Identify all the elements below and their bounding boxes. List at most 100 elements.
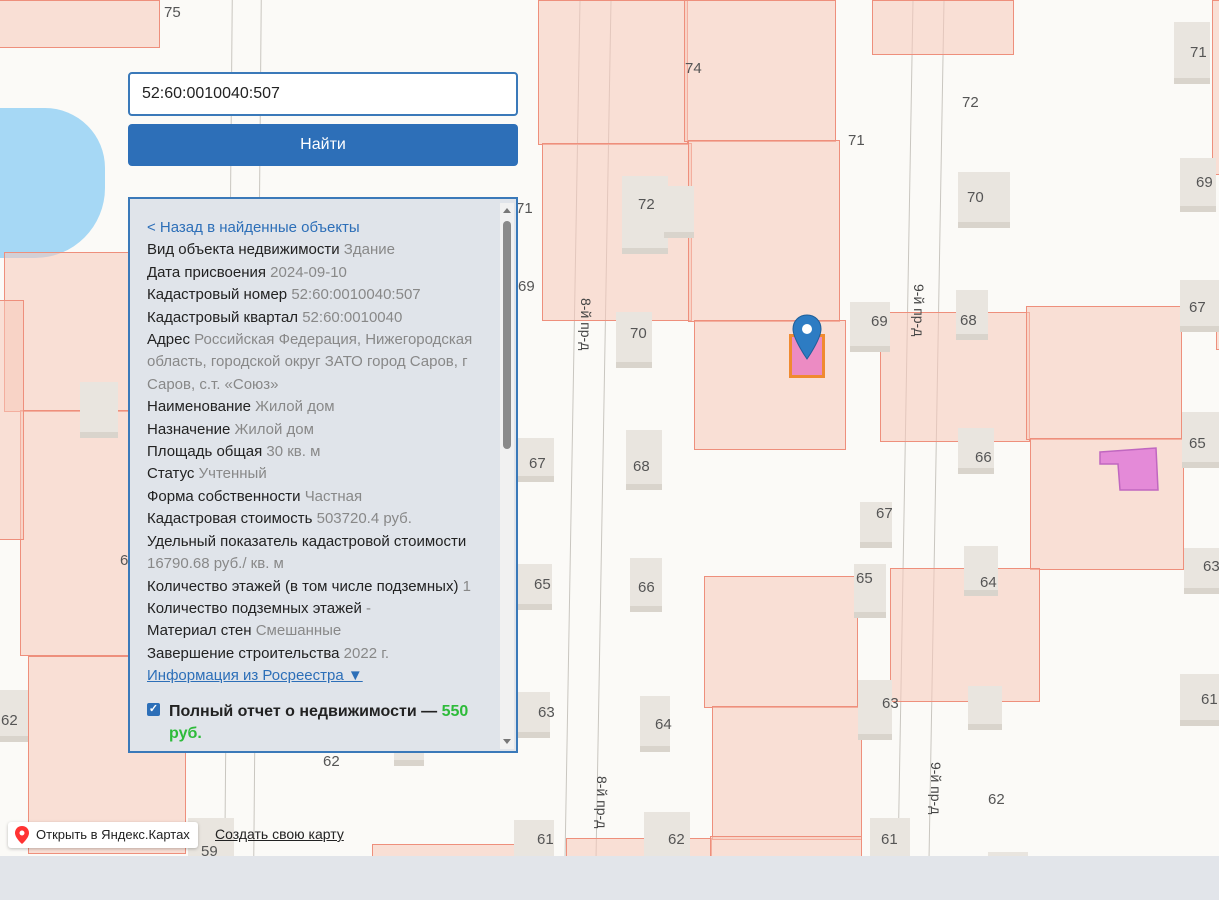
info-row: Наименование Жилой дом [147,396,487,418]
house-number: 72 [962,94,979,111]
field-value: 2024-09-10 [270,263,347,281]
create-map-link[interactable]: Создать свою карту [215,826,344,842]
info-row: Кадастровая стоимость 503720.4 руб. [147,508,487,530]
info-row: Кадастровый квартал 52:60:0010040 [147,307,487,329]
field-value: Жилой дом [234,420,314,438]
info-content: < Назад в найденные объекты Вид объекта … [147,217,487,745]
field-label: Кадастровая стоимость [147,510,313,528]
house-number: 68 [633,458,650,475]
house-number: 68 [960,312,977,329]
parcel[interactable] [538,0,688,145]
field-label: Количество подземных этажей [147,599,362,617]
house-number: 71 [516,200,533,217]
field-value: Здание [343,241,395,259]
field-value: Смешанные [255,622,342,640]
house-number: 65 [1189,435,1206,452]
house-number: 71 [848,132,865,149]
house-number: 61 [537,831,554,848]
field-label: Дата присвоения [147,263,266,281]
info-row: Кадастровый номер 52:60:0010040:507 [147,284,487,306]
field-value: Российская Федерация, Нижегородская обла… [147,331,473,393]
field-label: Адрес [147,331,190,349]
parcel[interactable] [20,410,132,656]
field-label: Материал стен [147,622,252,640]
parcel[interactable] [542,143,692,321]
street-label: 9-й пр-д [911,284,927,337]
house-number: 64 [655,716,672,733]
building [626,430,662,484]
building [968,686,1002,724]
house-number: 64 [980,574,997,591]
other-building-highlight[interactable] [1096,446,1162,492]
house-number: 75 [164,4,181,21]
field-label: Форма собственности [147,487,301,505]
info-row: Дата присвоения 2024-09-10 [147,262,487,284]
field-value: 52:60:0010040:507 [291,286,421,304]
field-label: Площадь общая [147,443,263,461]
field-value: Частная [304,487,363,505]
street-label: 8-й пр-д [594,776,610,829]
field-label: Назначение [147,420,231,438]
parcel[interactable] [1212,0,1219,175]
house-number: 74 [685,60,702,77]
house-number: 70 [630,325,647,342]
field-label: Количество этажей (в том числе подземных… [147,577,459,595]
info-row: Материал стен Смешанные [147,620,487,642]
house-number: 65 [856,570,873,587]
house-number: 70 [967,189,984,206]
house-number: 63 [882,695,899,712]
info-row: Удельный показатель кадастровой стоимост… [147,531,487,576]
house-number: 66 [975,449,992,466]
field-label: Вид объекта недвижимости [147,241,340,259]
open-yandex-label: Открыть в Яндекс.Картах [36,827,190,842]
info-row: Назначение Жилой дом [147,419,487,441]
field-label: Кадастровый номер [147,286,288,304]
house-number: 69 [1196,174,1213,191]
house-number: 62 [668,831,685,848]
house-number: 66 [638,579,655,596]
info-row: Количество этажей (в том числе подземных… [147,576,487,598]
parcel[interactable] [1026,306,1182,440]
house-number: 62 [1,712,18,729]
parcel[interactable] [704,576,858,708]
street-label: 9-й пр-д [928,762,944,815]
parcel[interactable] [0,0,160,48]
house-number: 67 [1189,299,1206,316]
parcel[interactable] [688,140,840,322]
field-value: Учтенный [198,465,267,483]
house-number: 71 [1190,44,1207,61]
field-label: Кадастровый квартал [147,308,299,326]
object-info-panel[interactable]: < Назад в найденные объекты Вид объекта … [128,197,518,753]
panel-scrollbar[interactable] [500,203,514,749]
info-row: Завершение строительства 2022 г. [147,643,487,665]
field-value: 30 кв. м [266,443,321,461]
report-label: Полный отчет о недвижимости — [169,702,438,720]
parcel[interactable] [684,0,836,142]
parcel[interactable] [0,300,24,540]
bottom-bar [0,856,1219,900]
field-label: Завершение строительства [147,644,340,662]
field-value: Жилой дом [255,398,335,416]
field-value: 503720.4 руб. [316,510,412,528]
parcel[interactable] [880,312,1030,442]
house-number: 62 [323,753,340,770]
building [80,382,118,432]
back-to-results-link[interactable]: < Назад в найденные объекты [147,217,487,239]
open-yandex-maps-button[interactable]: Открыть в Яндекс.Картах [8,822,198,848]
street-label: 8-й пр-д [578,298,594,351]
search-button[interactable]: Найти [128,124,518,166]
house-number: 67 [876,505,893,522]
building [664,186,694,232]
location-marker-icon[interactable] [792,314,822,360]
house-number: 63 [538,704,555,721]
cadastral-search-input[interactable] [128,72,518,116]
info-row: Количество подземных этажей - [147,598,487,620]
report-checkbox[interactable]: ✓ [147,702,160,716]
rosreestr-info-link[interactable]: Информация из Росреестра ▼ [147,665,487,687]
house-number: 61 [881,831,898,848]
full-report-option[interactable]: ✓ Полный отчет о недвижимости — 550 руб. [147,701,487,746]
field-value: 16790.68 руб./ кв. м [147,555,284,573]
parcel[interactable] [712,706,862,840]
house-number: 62 [988,791,1005,808]
parcel[interactable] [872,0,1014,55]
